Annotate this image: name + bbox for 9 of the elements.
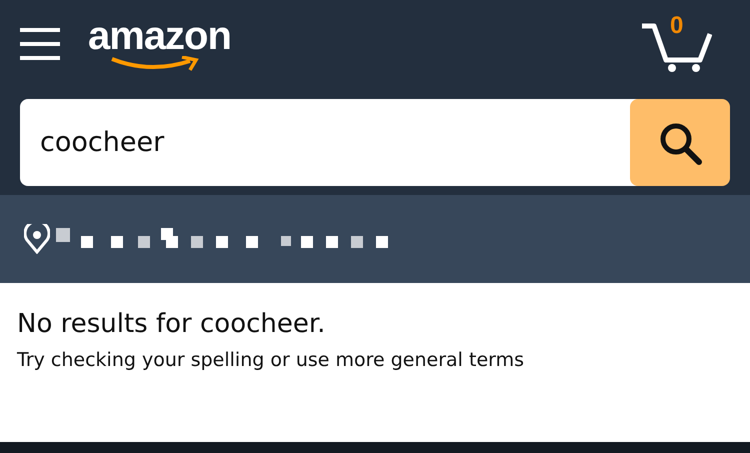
cart-count: 0 bbox=[670, 12, 684, 40]
no-results-title: No results for coocheer. bbox=[17, 309, 326, 339]
smile-icon bbox=[110, 56, 200, 72]
search-button[interactable] bbox=[630, 99, 730, 186]
location-pin-icon[interactable] bbox=[24, 224, 50, 254]
menu-icon[interactable] bbox=[20, 26, 60, 62]
search-field[interactable]: coocheer bbox=[20, 99, 638, 186]
spelling-hint: Try checking your spelling or use more general terms bbox=[17, 349, 526, 371]
logo[interactable]: amazon bbox=[88, 16, 231, 56]
